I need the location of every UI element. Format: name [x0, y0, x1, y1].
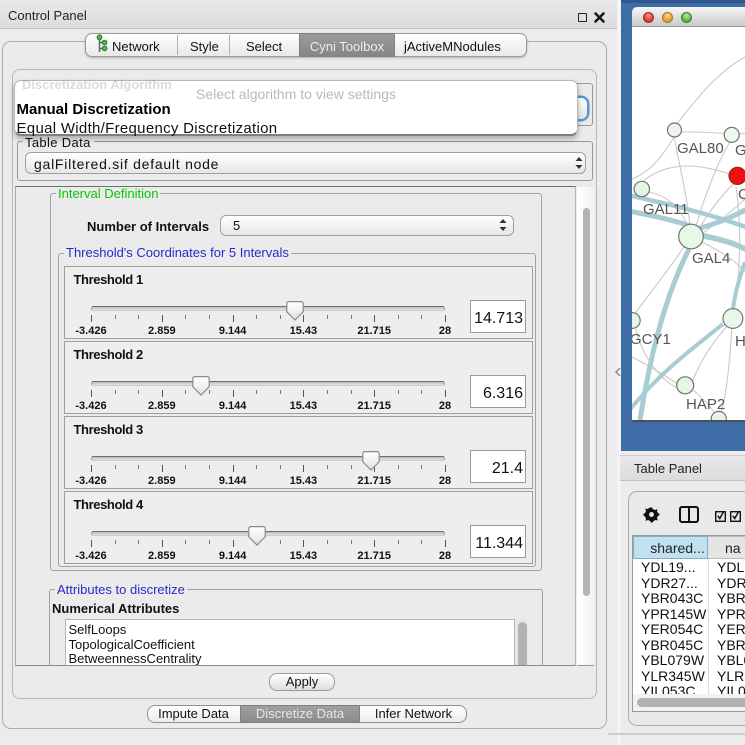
svg-text:H: H [735, 333, 745, 350]
svg-text:C: C [738, 186, 745, 203]
svg-text:GCY1: GCY1 [632, 331, 671, 348]
svg-text:HAP2: HAP2 [686, 396, 725, 413]
svg-text:GAL4: GAL4 [692, 250, 730, 267]
svg-text:G.: G. [735, 142, 745, 159]
svg-text:GAL11: GAL11 [643, 201, 689, 218]
svg-text:GAL80: GAL80 [677, 140, 724, 157]
